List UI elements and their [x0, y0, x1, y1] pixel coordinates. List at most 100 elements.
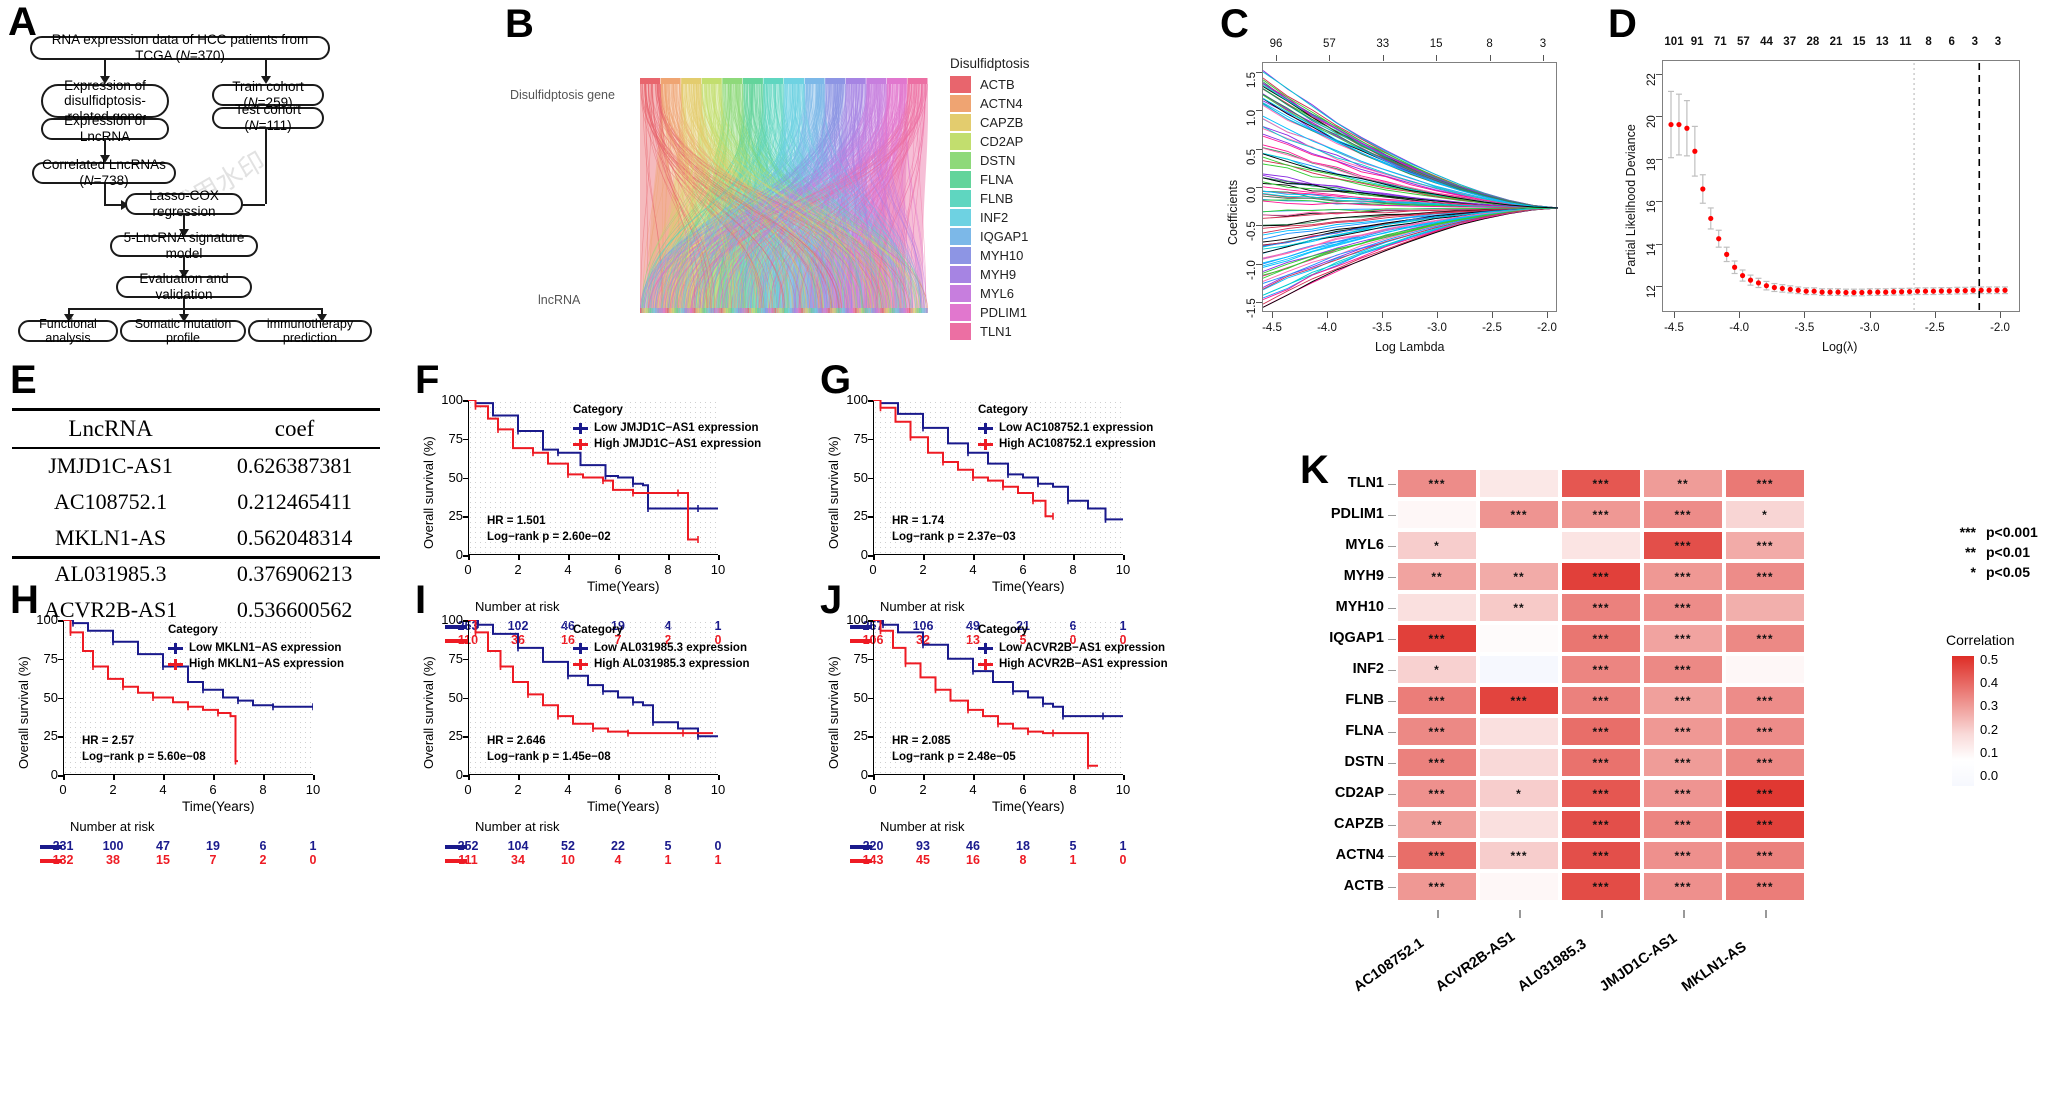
heatmap-cell: [1562, 532, 1640, 559]
risk-count: 5: [1069, 839, 1077, 853]
heatmap-cell: ***: [1644, 811, 1722, 838]
risk-count: 0: [309, 853, 317, 867]
risk-count: 10: [561, 853, 575, 867]
panel-b: B Disulfidptosis gene lncRNA Disulfidpto…: [410, 0, 1040, 350]
heatmap-cell: ***: [1644, 873, 1722, 900]
heatmap-cell: [1480, 718, 1558, 745]
heatmap-cell: ***: [1726, 470, 1804, 497]
colorbar-tick: 0.4: [1980, 675, 1999, 691]
heatmap-cell: [1726, 594, 1804, 621]
colorbar-tick: 0.3: [1980, 698, 1999, 714]
panel-k: K TLN1 PDLIM1 MYL6 MYH9 MYH10 IQGAP1 INF2 FLNB F…: [1280, 450, 2050, 1103]
legend-swatch: [950, 114, 971, 131]
flow-node-somatic-mutation: Somatic mutation profile: [120, 317, 246, 345]
legend-label: ACTB: [980, 77, 1015, 92]
flow-node-label: RNA expression data of HCC patients from…: [51, 32, 309, 63]
risk-count: 220: [862, 839, 884, 853]
legend-label: CD2AP: [980, 134, 1024, 149]
sankey-legend-item: INF2: [950, 208, 1030, 227]
heatmap-cell: ***: [1726, 687, 1804, 714]
panel-d-ylabel: Partial Likelihood Deviance: [1624, 124, 1638, 275]
km-legend-marker: [168, 642, 183, 654]
km-x-tick: 0: [869, 562, 877, 577]
risk-count: 22: [611, 839, 625, 853]
heatmap-cell: [1480, 811, 1558, 838]
heatmap-cell: ***: [1644, 780, 1722, 807]
legend-swatch: [950, 285, 971, 302]
heatmap-cell: **: [1480, 594, 1558, 621]
heatmap-cell: ***: [1562, 625, 1640, 652]
heatmap-row-label: MYH10: [1335, 599, 1384, 615]
panel-c-x-tick: -3.5: [1372, 322, 1392, 334]
km-legend-label: Low MKLN1−AS expression: [189, 642, 342, 654]
km-hazard-ratio: HR = 1.74: [892, 515, 945, 527]
risk-count: 0: [1119, 853, 1127, 867]
panel-d-x-tick: -3.5: [1794, 322, 1815, 334]
panel-d-top-tick: 44: [1760, 36, 1773, 48]
km-y-tick: 0: [455, 547, 463, 562]
legend-label: FLNB: [980, 191, 1014, 206]
heatmap-row-label: CAPZB: [1334, 816, 1384, 832]
risk-count: 1: [664, 853, 672, 867]
heatmap-cell: ***: [1644, 532, 1722, 559]
km-x-tick: 0: [869, 782, 877, 797]
panel-d-top-tick: 57: [1737, 36, 1750, 48]
km-legend-marker: [573, 438, 588, 450]
heatmap-cell: **: [1398, 811, 1476, 838]
flow-node-rna-expression: RNA expression data of HCC patients from…: [30, 32, 330, 63]
legend-swatch: [950, 228, 971, 245]
risk-count: 47: [156, 839, 170, 853]
km-x-tick: 4: [564, 782, 572, 797]
panel-d-x-tick: -3.0: [1859, 322, 1880, 334]
risk-count: 52: [561, 839, 575, 853]
legend-label: FLNA: [980, 172, 1014, 187]
km-ylabel: Overall survival (%): [826, 656, 841, 769]
table-cell-lncrna: JMJD1C-AS1: [48, 453, 173, 478]
risk-count: 252: [457, 839, 479, 853]
legend-swatch: [950, 266, 971, 283]
heatmap-cell: ***: [1562, 842, 1640, 869]
risk-count: 18: [1016, 839, 1030, 853]
km-legend-item: Low MKLN1−AS expression: [168, 642, 341, 654]
table-cell-coef: 0.212465411: [237, 489, 352, 514]
heatmap-cell: ***: [1562, 780, 1640, 807]
flow-node-lncrna-expression: Expression of LncRNA: [41, 113, 169, 144]
risk-count: 104: [507, 839, 529, 853]
panel-c-top-tick: 3: [1539, 38, 1547, 50]
heatmap-cell: ***: [1398, 749, 1476, 776]
legend-swatch: [950, 95, 971, 112]
significance-legend-item: ** p<0.01: [1965, 544, 2030, 560]
legend-label: MYH10: [980, 248, 1024, 263]
risk-count: 1: [1069, 853, 1077, 867]
km-legend-item: High AL031985.3 expression: [573, 658, 750, 670]
sankey-legend-item: MYH10: [950, 246, 1030, 265]
km-x-tick: 6: [1019, 782, 1027, 797]
risk-count: 16: [966, 853, 980, 867]
panel-g: G Overall survival (%) 100 75 50 25 0 0 2 4 6 8 10 Ti…: [810, 360, 1210, 647]
heatmap-cell: ***: [1562, 873, 1640, 900]
heatmap-cell: [1398, 501, 1476, 528]
heatmap-cell: ***: [1726, 563, 1804, 590]
km-y-tick: 0: [860, 767, 868, 782]
km-y-tick: 50: [43, 689, 58, 705]
flow-node-evaluation: Evaluation and validation: [116, 271, 252, 302]
km-x-tick: 10: [305, 782, 321, 797]
heatmap-cell: [1480, 656, 1558, 683]
flow-node-label: Functional analysis: [39, 316, 97, 345]
km-x-tick: 6: [209, 782, 217, 797]
heatmap-cell: [1480, 873, 1558, 900]
panel-d-top-tick: 3: [1994, 36, 2002, 48]
panel-d-top-tick: 6: [1948, 36, 1955, 48]
panel-d-top-tick: 21: [1829, 36, 1843, 48]
km-y-tick: 75: [448, 430, 463, 446]
km-y-tick: 25: [853, 508, 868, 524]
km-y-tick: 100: [846, 392, 868, 407]
km-y-tick: 75: [853, 650, 868, 666]
heatmap-cell: ***: [1644, 842, 1722, 869]
km-y-tick: 0: [455, 767, 463, 782]
legend-swatch: [950, 247, 971, 264]
heatmap-cell: **: [1644, 470, 1722, 497]
panel-d-y-tick: 22: [1646, 73, 1658, 86]
sankey-legend-item: PDLIM1: [950, 303, 1030, 322]
km-legend-title: Category: [573, 624, 623, 636]
